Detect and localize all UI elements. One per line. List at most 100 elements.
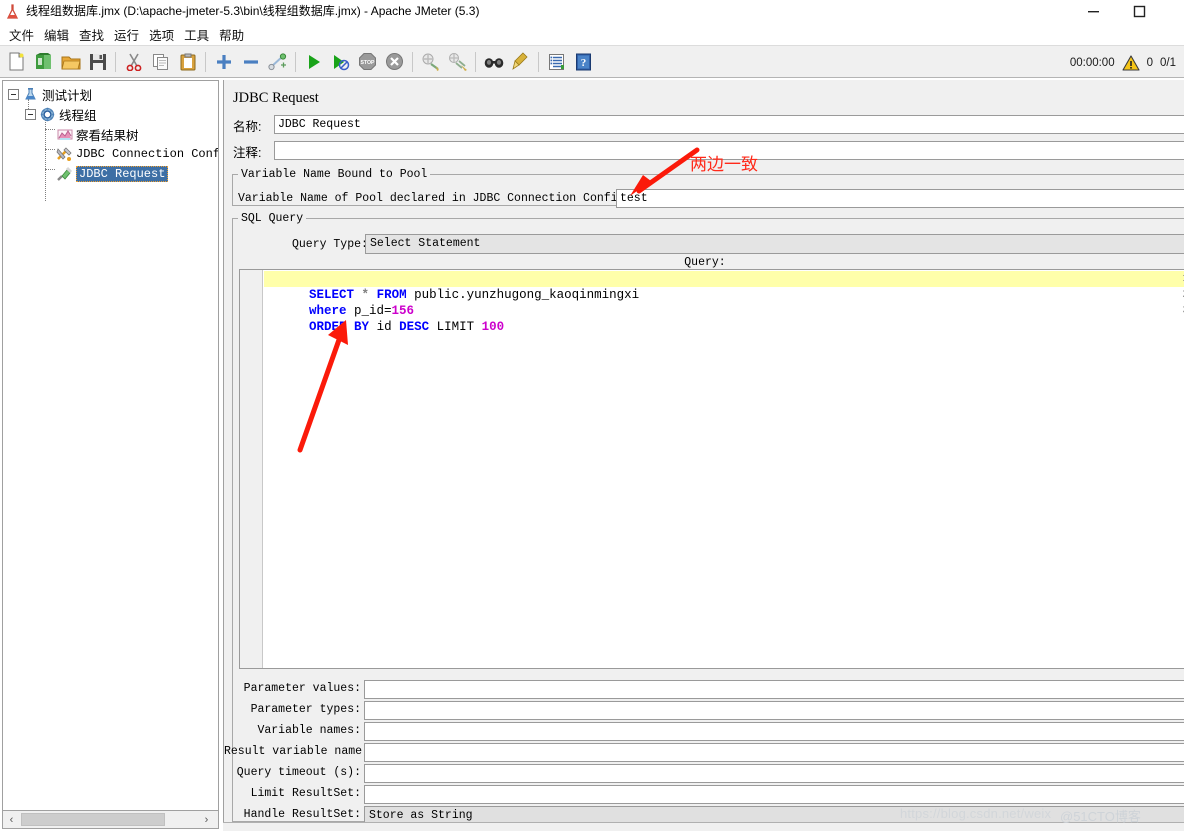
watermark-suffix: @51CTO博客 [1060,809,1141,824]
menubar: 文件 编辑 查找 运行 选项 工具 帮助 [0,23,1184,45]
collapse-all-icon[interactable] [237,48,264,75]
clear-all-icon[interactable] [444,48,471,75]
search-icon[interactable] [480,48,507,75]
menu-search[interactable]: 查找 [74,23,109,46]
save-icon[interactable] [84,48,111,75]
limit-resultset-field[interactable] [364,785,1184,804]
menu-help[interactable]: 帮助 [214,23,249,46]
expander-icon[interactable] [25,108,36,120]
name-row: 名称: [233,116,275,135]
sql-token: LIMIT [429,320,482,334]
thread-count: 0/1 [1160,56,1176,69]
name-input[interactable]: JDBC Request [274,115,1184,134]
jmeter-flask-icon [0,0,26,23]
query-type-combo[interactable]: Select Statement [365,234,1184,254]
start-icon[interactable] [300,48,327,75]
query-type-label: Query Type: [292,238,368,251]
sql-query-editor[interactable]: 1 2 3 SELECT * FROM public.yunzhugong_ka… [239,269,1184,669]
tree-node-label: 察看结果树 [76,128,139,143]
parameter-types-field[interactable] [364,701,1184,720]
tree-node-thread-group[interactable]: 线程组 [25,104,97,124]
watermark-url: https://blog.csdn.net/weix [900,806,1052,821]
tree-node-jdbc-request[interactable]: JDBC Request [56,164,169,184]
cut-icon[interactable] [120,48,147,75]
parameter-values-label: Parameter values: [243,682,361,695]
function-helper-icon[interactable] [543,48,570,75]
shutdown-icon[interactable] [381,48,408,75]
expander-icon[interactable] [8,88,19,100]
minimize-button[interactable] [1070,0,1116,23]
parameter-types-label: Parameter types: [250,703,361,716]
menu-edit[interactable]: 编辑 [39,23,74,46]
copy-icon[interactable] [147,48,174,75]
result-variable-name-field[interactable] [364,743,1184,762]
sql-token: BY [354,320,370,334]
variable-names-label: Variable names: [257,724,361,737]
handle-resultset-label: Handle ResultSet: [243,808,361,821]
jdbc-request-editor-panel: JDBC Request 名称: JDBC Request 注释: Variab… [223,80,1184,831]
sql-line-3: ORDER BY id DESC LIMIT 100 [264,303,504,334]
start-no-pauses-icon[interactable] [327,48,354,75]
scrollbar-thumb[interactable] [21,813,165,826]
sql-token: id [369,320,400,334]
tree-horizontal-scrollbar[interactable]: ‹ › [2,811,219,829]
comment-label: 注释: [233,146,262,160]
new-icon[interactable] [3,48,30,75]
status-bar [223,822,1184,831]
sql-line-1: SELECT * FROM public.yunzhugong_kaoqinmi… [264,271,639,302]
maximize-button[interactable] [1116,0,1162,23]
editor-gutter [240,270,263,668]
sql-token: public.yunzhugong_kaoqinmingxi [406,288,640,302]
templates-icon[interactable] [30,48,57,75]
variable-names-field[interactable] [364,722,1184,741]
limit-resultset-label: Limit ResultSet: [250,787,361,800]
scroll-right-arrow-icon[interactable]: › [198,811,215,828]
paste-icon[interactable] [174,48,201,75]
query-timeout-label: Query timeout (s): [236,766,361,779]
query-header-label: Query: [684,256,726,269]
open-icon[interactable] [57,48,84,75]
tree-node-jdbc-connection-configuration[interactable]: JDBC Connection Configu [56,144,218,164]
tree-node-test-plan[interactable]: 测试计划 [8,84,92,104]
warning-triangle-icon[interactable] [1122,54,1140,71]
svg-text:?: ? [581,57,587,69]
pool-label: Variable Name of Pool declared in JDBC C… [238,192,680,205]
clear-icon[interactable] [417,48,444,75]
name-label: 名称: [233,120,262,134]
tree-node-label: JDBC Connection Configu [76,147,218,161]
thread-group-icon [39,106,56,123]
svg-text:STOP: STOP [360,60,375,66]
menu-options[interactable]: 选项 [144,23,179,46]
stop-icon[interactable]: STOP [354,48,381,75]
window-titlebar: 线程组数据库.jmx (D:\apache-jmeter-5.3\bin\线程组… [0,0,1184,23]
warning-count: 0 [1146,56,1153,69]
menu-run[interactable]: 运行 [109,23,144,46]
result-variable-name-label: Result variable name: [224,745,369,758]
view-results-tree-icon [56,126,73,143]
test-plan-icon [22,86,39,103]
tree-node-label: 线程组 [59,108,97,123]
sql-token: 100 [481,320,505,334]
expand-all-icon[interactable] [210,48,237,75]
query-timeout-field[interactable] [364,764,1184,783]
toggle-icon[interactable] [264,48,291,75]
parameter-values-field[interactable] [364,680,1184,699]
page-title: JDBC Request [233,90,319,106]
scroll-left-arrow-icon[interactable]: ‹ [3,811,20,828]
help-icon[interactable]: ? [570,48,597,75]
comment-row: 注释: [233,142,275,161]
pool-variable-input[interactable]: test [616,189,1184,208]
config-element-icon [56,146,73,163]
sql-token: DESC [399,320,430,334]
reset-search-icon[interactable] [507,48,534,75]
tree-node-label: JDBC Request [76,166,169,182]
sql-group-title: SQL Query [238,212,307,225]
menu-tools[interactable]: 工具 [179,23,214,46]
toolbar: STOP ? 00:00:00 0 0/1 [0,45,1184,78]
jdbc-request-icon [56,166,73,183]
test-plan-tree[interactable]: 测试计划 线程组 察看结果树 JDBC Connection Con JDBC … [2,80,219,811]
pool-group-title: Variable Name Bound to Pool [238,168,431,181]
tree-node-view-results-tree[interactable]: 察看结果树 [56,124,139,144]
menu-file[interactable]: 文件 [4,23,39,46]
